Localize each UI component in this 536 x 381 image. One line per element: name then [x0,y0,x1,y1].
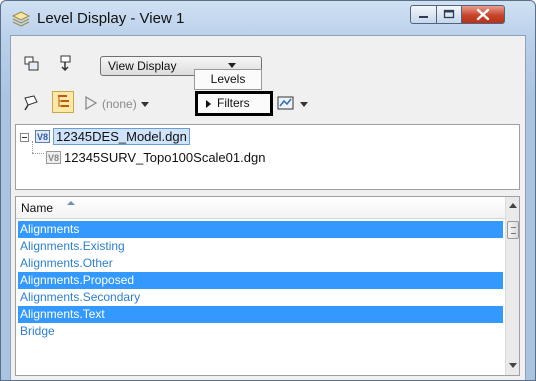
level-rows: Alignments Alignments.Existing Alignments.… [18,221,503,340]
column-header-name[interactable]: Name [16,197,505,219]
chevron-down-icon[interactable] [141,102,149,107]
view-groups-icon[interactable] [23,55,41,73]
scrollbar-thumb[interactable] [507,221,519,239]
hierarchy-icon [58,95,69,107]
symbology-flag-icon[interactable] [22,94,40,112]
level-name: Alignments.Secondary [20,290,141,304]
tree-connector [32,141,33,153]
levels-stack-icon [12,11,30,27]
maximize-icon [443,9,455,19]
level-name: Alignments [20,222,80,236]
filters-menu-item[interactable]: Filters [195,91,273,116]
tree-connector [32,153,44,154]
level-name: Alignments.Existing [20,239,125,253]
triangle-right-icon [206,100,211,108]
level-row[interactable]: Alignments.Other [18,255,503,272]
collapse-icon[interactable] [20,133,29,142]
level-name: Alignments.Other [20,256,113,270]
level-name: Alignments.Text [20,307,105,321]
close-button[interactable] [461,5,505,24]
level-row[interactable]: Alignments.Text [18,306,503,323]
symbology-value[interactable]: (none) [102,97,137,111]
levels-menu-item[interactable]: Levels [194,69,262,90]
scroll-up-icon[interactable] [509,203,517,208]
level-name: Alignments.Proposed [20,273,135,287]
hierarchy-toggle-button[interactable] [52,91,74,113]
display-mode-value: View Display [108,59,177,73]
window-title: Level Display - View 1 [37,10,185,27]
maximize-button[interactable] [436,5,462,24]
level-row[interactable]: Alignments [18,221,503,238]
svg-text:V8: V8 [48,153,59,163]
tree-item-root[interactable]: V8 12345DES_Model.dgn [35,128,190,145]
tree-item-label: 12345SURV_Topo100Scale01.dgn [64,150,266,165]
column-header-label: Name [21,201,54,215]
vertical-scrollbar[interactable] [505,197,519,375]
sort-ascending-icon [67,201,75,205]
level-row[interactable]: Alignments.Proposed [18,272,503,289]
tree-item-reference[interactable]: V8 12345SURV_Topo100Scale01.dgn [46,150,265,165]
minimize-icon [419,16,428,18]
level-list: Name Alignments Alignments.Existing Alignm… [15,196,520,376]
level-manager-icon[interactable] [277,95,295,111]
chevron-down-icon[interactable] [300,102,308,107]
v8-file-icon: V8 [46,151,61,164]
level-row[interactable]: Alignments.Secondary [18,289,503,306]
tree-item-label: 12345DES_Model.dgn [53,128,190,145]
level-row[interactable]: Alignments.Existing [18,238,503,255]
minimize-button[interactable] [410,5,437,24]
dialog-body: View Display Levels (none) Filters V8 12… [10,35,526,380]
symbology-override-icon[interactable] [84,95,98,111]
v8-file-icon: V8 [35,130,50,143]
settings-tool-icon[interactable] [57,54,75,72]
level-row[interactable]: Bridge [18,323,503,340]
chevron-down-icon [228,63,236,68]
filters-label: Filters [217,96,250,110]
title-bar[interactable]: Level Display - View 1 [1,1,535,35]
level-display-window: Level Display - View 1 View Display Leve… [0,0,536,381]
reference-file-tree: V8 12345DES_Model.dgn V8 12345SURV_Topo1… [15,124,520,190]
svg-text:V8: V8 [37,132,48,142]
scroll-down-icon[interactable] [509,363,517,368]
close-icon [476,8,490,21]
level-name: Bridge [20,324,55,338]
